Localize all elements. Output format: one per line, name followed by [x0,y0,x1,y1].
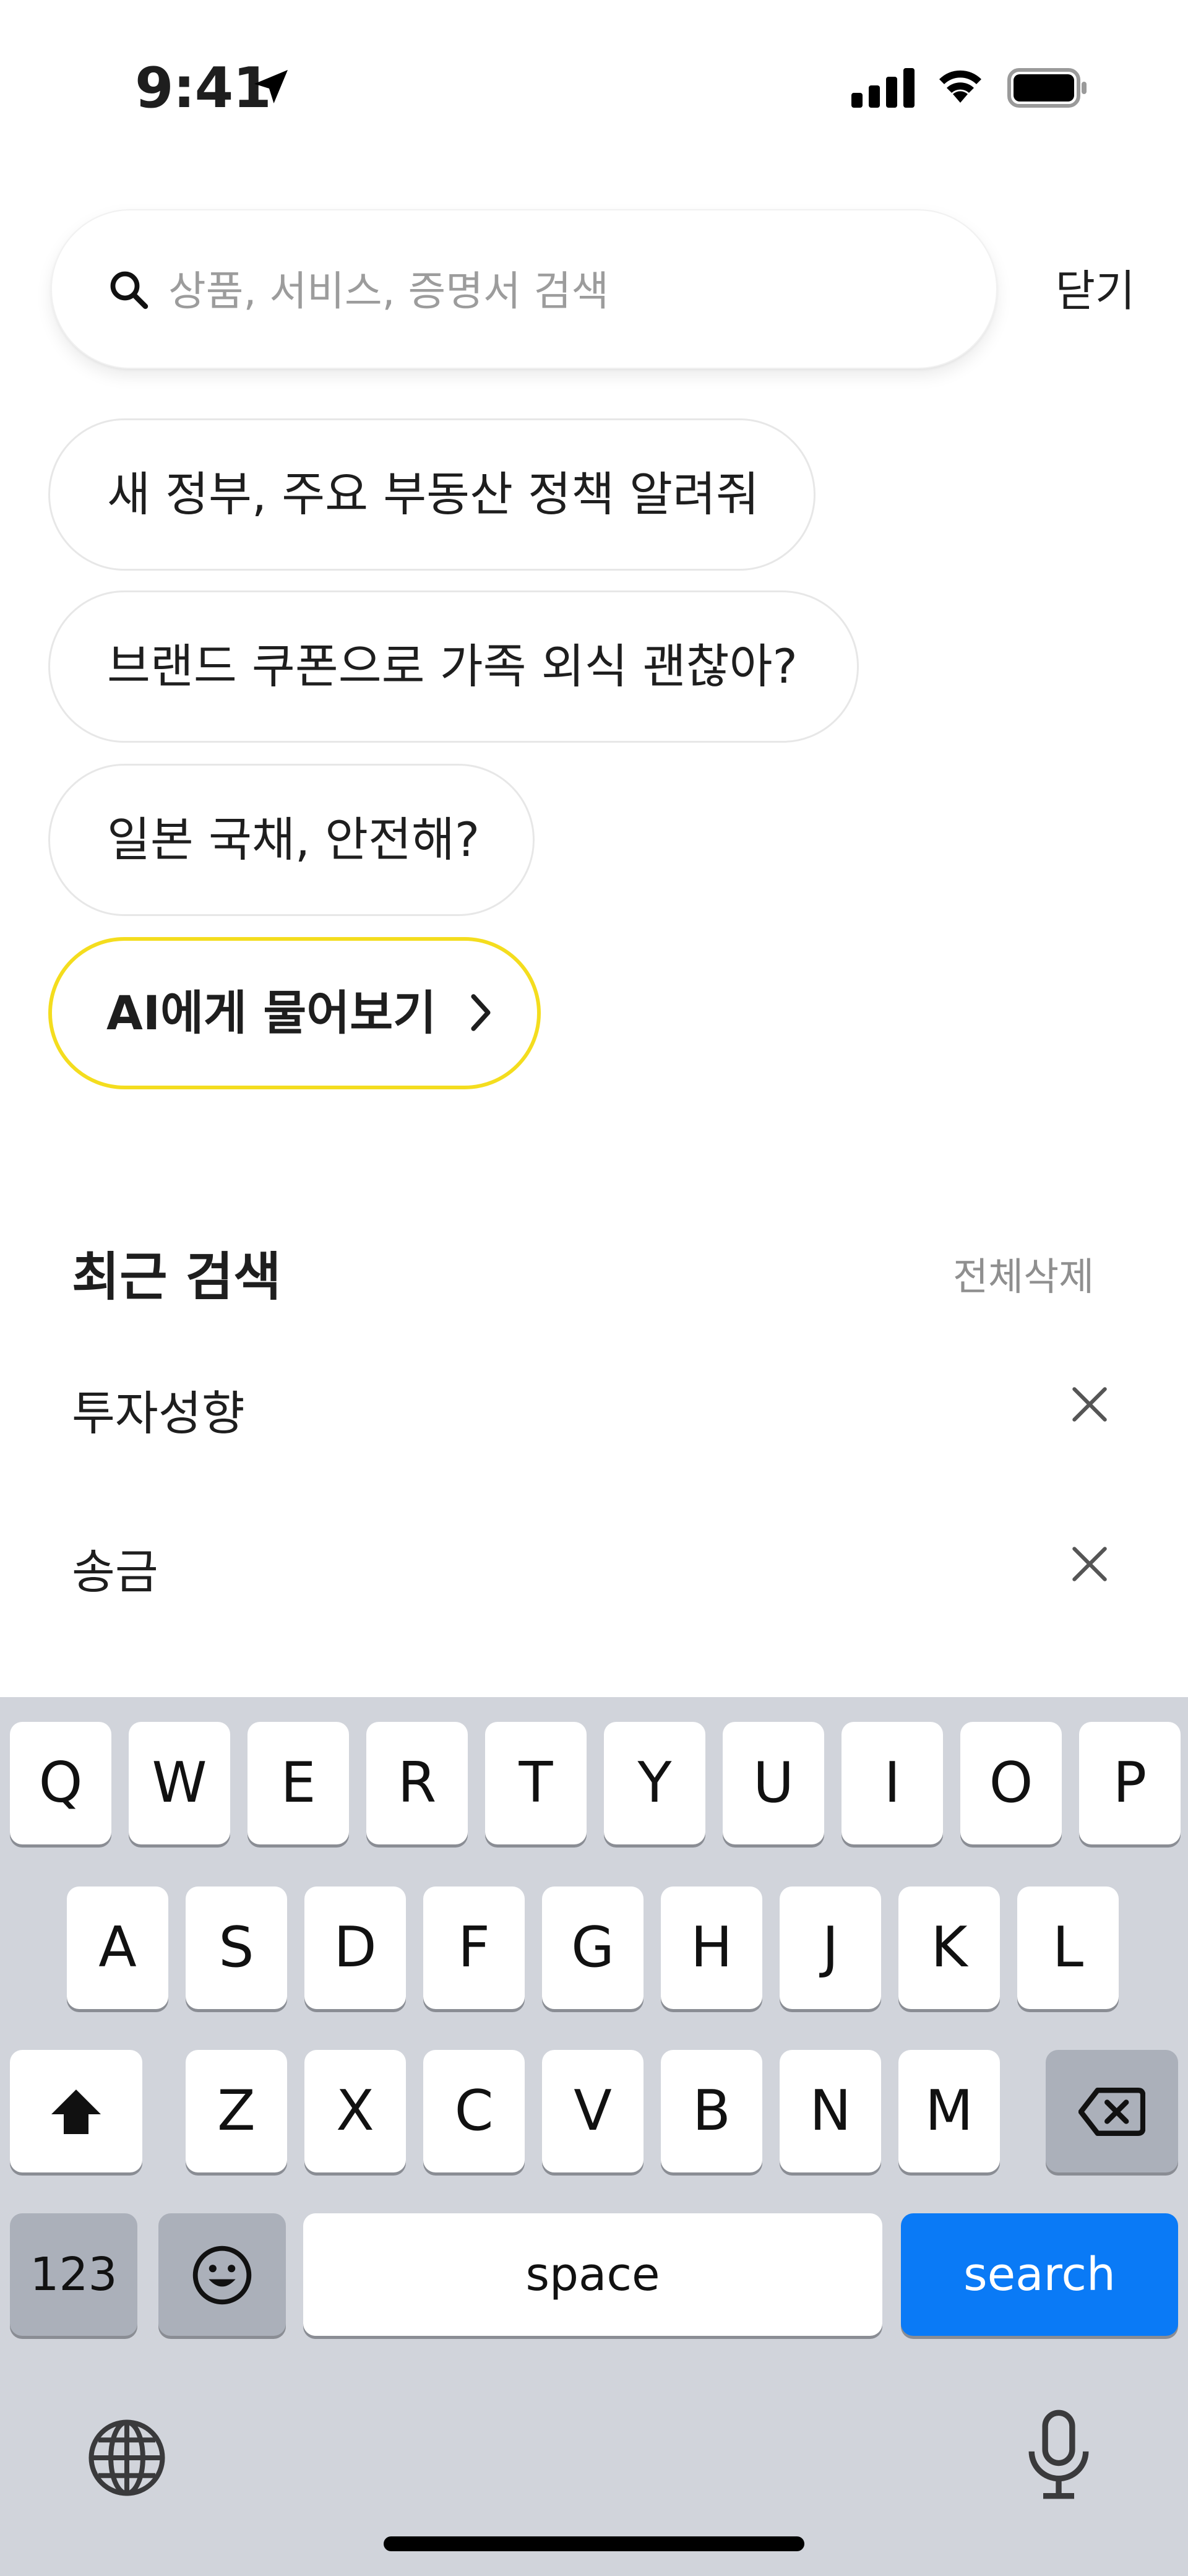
key-k[interactable]: K [898,1887,1000,2009]
key-v[interactable]: V [542,2050,644,2172]
key-z[interactable]: Z [186,2050,287,2172]
emoji-key[interactable] [158,2213,286,2336]
backspace-key[interactable] [1046,2050,1178,2172]
key-e[interactable]: E [248,1722,349,1844]
recent-search-item[interactable]: 투자성향 [72,1375,245,1443]
key-w[interactable]: W [129,1722,230,1844]
key-m[interactable]: M [898,2050,1000,2172]
key-d[interactable]: D [304,1887,406,2009]
chevron-right-icon [470,994,491,1031]
close-button[interactable]: 닫기 [1046,260,1145,322]
space-key[interactable]: space [303,2213,882,2336]
search-icon [110,271,148,309]
suggestion-chip[interactable]: 일본 국채, 안전해? [48,764,535,916]
wifi-icon [939,70,981,103]
key-f[interactable]: F [423,1887,525,2009]
key-c[interactable]: C [423,2050,525,2172]
key-l[interactable]: L [1017,1887,1119,2009]
location-arrow-icon [254,70,288,103]
key-n[interactable]: N [780,2050,881,2172]
key-y[interactable]: Y [604,1722,705,1844]
key-i[interactable]: I [842,1722,943,1844]
suggestion-chip[interactable]: 브랜드 쿠폰으로 가족 외식 괜찮아? [48,590,859,743]
numbers-key[interactable]: 123 [10,2213,137,2336]
emoji-icon [192,2245,252,2305]
close-x-icon[interactable] [1067,1541,1113,1587]
globe-icon[interactable] [84,2415,170,2500]
home-indicator [384,2536,804,2551]
key-h[interactable]: H [661,1887,762,2009]
recent-search-item[interactable]: 송금 [72,1534,158,1602]
microphone-icon[interactable] [1020,2409,1098,2502]
battery-icon [1007,68,1087,108]
search-key[interactable]: search [901,2213,1178,2336]
close-x-icon[interactable] [1067,1381,1113,1427]
recent-searches-title: 최근 검색 [72,1247,282,1307]
backspace-icon [1078,2088,1146,2136]
ask-ai-button[interactable]: AI에게 물어보기 [48,937,541,1089]
key-p[interactable]: P [1079,1722,1181,1844]
key-b[interactable]: B [661,2050,762,2172]
key-t[interactable]: T [485,1722,587,1844]
ask-ai-label: AI에게 물어보기 [106,985,437,1040]
key-x[interactable]: X [304,2050,406,2172]
suggestion-chip[interactable]: 새 정부, 주요 부동산 정책 알려줘 [48,418,816,571]
keyboard: Q W E R T Y U I O P A S D F G H J K L Z … [0,1697,1188,2576]
key-q[interactable]: Q [10,1722,111,1844]
shift-icon [51,2090,101,2134]
cellular-signal-icon [851,68,915,108]
key-u[interactable]: U [723,1722,824,1844]
key-g[interactable]: G [542,1887,644,2009]
key-s[interactable]: S [186,1887,287,2009]
key-a[interactable]: A [67,1887,168,2009]
delete-all-button[interactable]: 전체삭제 [953,1245,1094,1301]
key-o[interactable]: O [960,1722,1062,1844]
search-input[interactable] [168,260,948,322]
shift-key[interactable] [10,2050,142,2172]
key-r[interactable]: R [366,1722,468,1844]
key-j[interactable]: J [780,1887,881,2009]
